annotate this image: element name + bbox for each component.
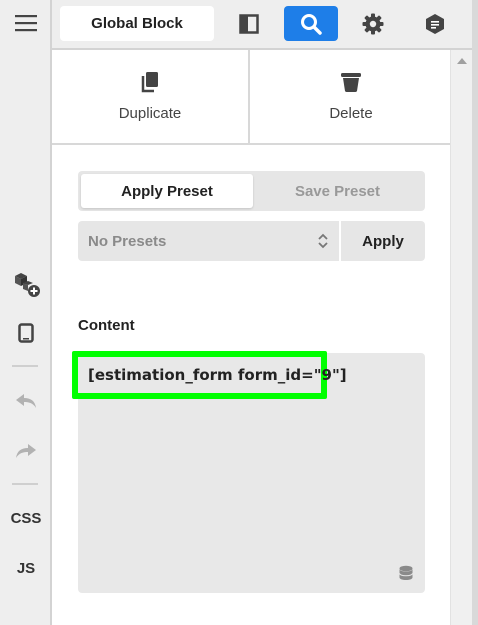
content-value[interactable]: [estimation_form form_id="9"] xyxy=(72,351,347,399)
database-icon[interactable] xyxy=(398,565,414,586)
top-toolbar: Global Block xyxy=(52,0,472,50)
content-label: Content xyxy=(78,317,135,334)
delete-label: Delete xyxy=(329,105,373,122)
js-label: JS xyxy=(16,559,36,577)
preset-select-value: No Presets xyxy=(88,232,167,250)
css-label: CSS xyxy=(10,509,42,527)
scrollbar[interactable] xyxy=(450,50,472,625)
scroll-up-arrow-icon[interactable] xyxy=(457,58,467,64)
duplicate-button[interactable]: Duplicate xyxy=(52,50,250,143)
cubes-plus-icon[interactable] xyxy=(0,268,52,300)
search-icon xyxy=(301,13,322,35)
separator xyxy=(12,483,38,485)
undo-icon[interactable] xyxy=(0,386,52,416)
content-info-button[interactable] xyxy=(408,6,462,41)
block-title[interactable]: Global Block xyxy=(60,6,214,41)
preset-tabs: Apply Preset Save Preset xyxy=(78,171,425,211)
left-toolbar: CSS JS xyxy=(0,0,52,625)
preset-select[interactable]: No Presets xyxy=(78,221,339,261)
separator xyxy=(12,365,38,367)
gear-icon xyxy=(362,13,384,34)
copy-icon xyxy=(141,72,158,93)
window-edge xyxy=(472,0,478,625)
settings-button[interactable] xyxy=(346,6,400,41)
apply-preset-button[interactable]: Apply xyxy=(341,221,425,261)
hexagon-doc-icon xyxy=(426,13,444,34)
tab-save-preset[interactable]: Save Preset xyxy=(253,174,422,208)
panel-toggle-button[interactable] xyxy=(222,6,276,41)
tab-apply-preset[interactable]: Apply Preset xyxy=(81,174,253,208)
js-button[interactable]: JS xyxy=(0,555,52,581)
tablet-icon[interactable] xyxy=(0,318,52,348)
sidebar-panel-icon xyxy=(239,13,259,34)
search-button[interactable] xyxy=(284,6,338,41)
delete-button[interactable]: Delete xyxy=(252,50,450,143)
select-chevrons-icon xyxy=(318,233,328,249)
hamburger-icon[interactable] xyxy=(0,8,52,38)
block-actions: Duplicate Delete xyxy=(52,50,450,145)
redo-icon[interactable] xyxy=(0,436,52,466)
duplicate-label: Duplicate xyxy=(118,105,182,122)
css-button[interactable]: CSS xyxy=(0,505,52,531)
trash-icon xyxy=(341,73,361,92)
